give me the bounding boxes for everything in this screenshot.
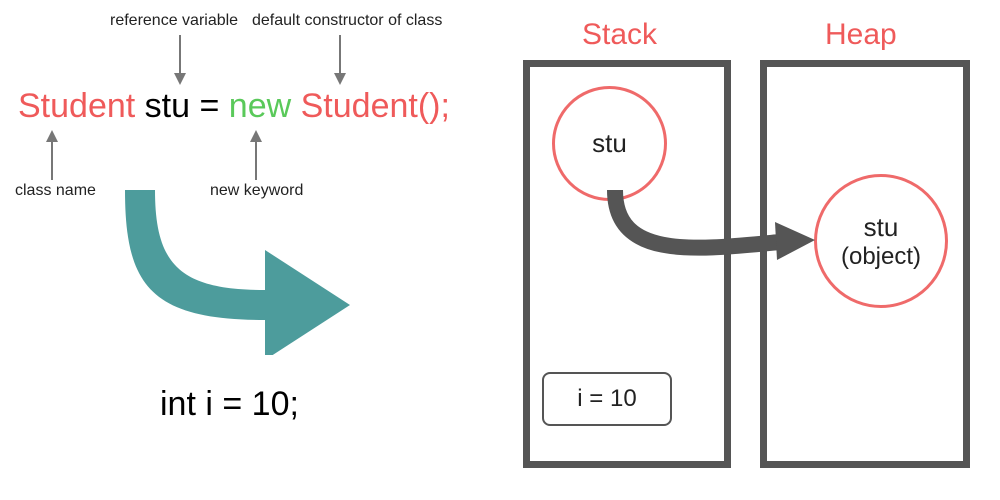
heap-object-circle: stu (object) <box>814 174 948 308</box>
stack-title: Stack <box>582 18 657 52</box>
token-equals: = <box>199 87 219 125</box>
arrow-down-icon <box>170 35 190 85</box>
heap-title: Heap <box>825 18 897 52</box>
arrow-up-icon <box>42 130 62 180</box>
token-variable-name: stu <box>145 87 190 125</box>
token-constructor-call: Student(); <box>301 87 450 125</box>
code-primitive-decl: int i = 10; <box>160 385 299 424</box>
stack-primitive-box: i = 10 <box>542 372 672 426</box>
stack-primitive-label: i = 10 <box>577 385 636 413</box>
label-class-name: class name <box>15 182 96 200</box>
reference-arrow-icon <box>585 170 825 290</box>
token-new-keyword: new <box>229 87 291 125</box>
arrow-up-icon <box>246 130 266 180</box>
code-declaration: Student stu = new Student(); <box>18 87 450 126</box>
label-default-constructor: default constructor of class <box>252 12 442 30</box>
arrow-down-icon <box>330 35 350 85</box>
heap-object-label-line2: (object) <box>841 243 921 271</box>
stack-reference-label: stu <box>592 128 627 159</box>
heap-object-label-line1: stu <box>864 212 899 243</box>
label-reference-variable: reference variable <box>110 12 238 30</box>
token-class-type: Student <box>18 87 135 125</box>
big-arrow-icon <box>120 175 360 355</box>
